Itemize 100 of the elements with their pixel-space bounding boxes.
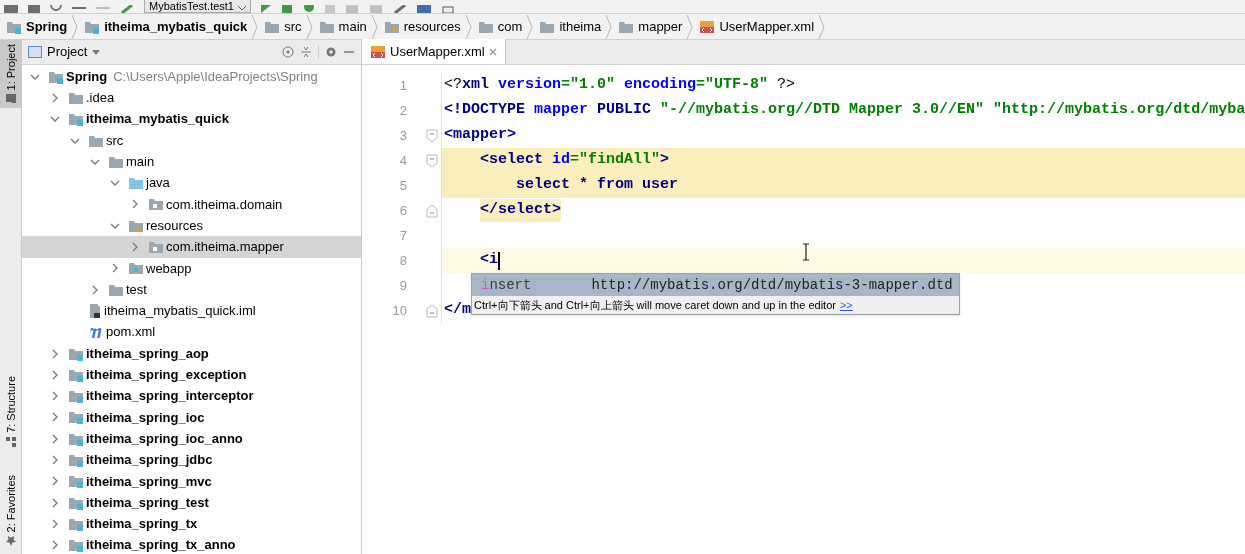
more-link[interactable]: >>: [839, 296, 853, 314]
chevron-icon: [605, 13, 613, 40]
line-number: 10: [391, 301, 407, 320]
module-folder-icon: [6, 19, 22, 34]
tree-item[interactable]: itheima_spring_tx_anno: [22, 534, 361, 554]
tree-item[interactable]: itheima_spring_jdbc: [22, 449, 361, 471]
module-folder-icon: [68, 431, 84, 446]
module-folder-icon: [48, 69, 64, 84]
line-number: 2: [398, 101, 407, 120]
code-line: select * from user: [515, 175, 679, 196]
tree-item[interactable]: test: [22, 278, 361, 301]
chevron-icon: [818, 13, 826, 40]
editor-tab[interactable]: UserMapper.xml: [362, 39, 506, 64]
module-file-icon: [88, 302, 102, 319]
star-icon: [5, 536, 16, 546]
collapse-all-icon: [300, 46, 312, 58]
module-folder-icon: [68, 346, 84, 361]
module-folder-icon: [68, 516, 84, 531]
tree-item[interactable]: itheima_mybatis_quick: [22, 108, 361, 130]
hint-text: Ctrl+向下箭头 and Ctrl+向上箭头 will move caret down and up in the editor: [474, 297, 836, 313]
close-icon: [488, 47, 497, 56]
code-line: <i: [442, 248, 500, 273]
xml-file-icon: [370, 44, 386, 59]
breadcrumb-item[interactable]: com: [471, 14, 527, 39]
breadcrumb-item[interactable]: src: [258, 14, 306, 39]
code-line: <?xml version="1.0" encoding="UTF-8" ?>: [443, 75, 796, 96]
tree-item[interactable]: main: [22, 151, 361, 173]
module-folder-icon: [68, 495, 84, 510]
maven-m-icon: [88, 325, 104, 340]
chevron-icon: [526, 13, 534, 40]
tree-item[interactable]: itheima_spring_mvc: [22, 470, 361, 492]
module-folder-icon: [68, 474, 84, 489]
chevron-icon: [305, 13, 313, 40]
tree-item[interactable]: pom.xml: [22, 321, 361, 343]
window-icon: [28, 46, 42, 58]
breadcrumb-item[interactable]: UserMapper.xml: [693, 14, 819, 39]
line-number: 1: [398, 76, 407, 95]
package-folder-icon: [148, 240, 164, 254]
chevron-icon: [464, 13, 472, 40]
source-folder-icon: [128, 176, 144, 191]
line-number: 6: [398, 201, 407, 220]
module-folder-icon: [84, 19, 101, 34]
module-folder-icon: [68, 112, 84, 127]
text-cursor-icon: [802, 243, 810, 261]
breadcrumb-item[interactable]: Spring: [0, 14, 72, 39]
completion-item[interactable]: insert http://mybatis.org/dtd/mybatis-3-mapper.dtd: [472, 274, 959, 296]
tool-window-tab[interactable]: 1: Project: [0, 40, 21, 109]
breadcrumb-item[interactable]: main: [312, 14, 371, 39]
tree-item[interactable]: src: [22, 129, 361, 152]
tree-item[interactable]: webapp: [22, 257, 361, 279]
breadcrumb-item[interactable]: itheima: [533, 14, 606, 39]
tool-window-tab[interactable]: 7: Structure: [0, 371, 21, 451]
chevron-icon: [686, 13, 694, 40]
module-folder-icon: [68, 410, 84, 425]
chevron-icon: [370, 13, 378, 40]
tree-item[interactable]: itheima_mybatis_quick.iml: [22, 300, 361, 322]
module-folder-icon: [68, 389, 84, 404]
line-number: 4: [398, 151, 407, 170]
line-number: 7: [398, 226, 407, 245]
tree-item[interactable]: itheima_spring_tx: [22, 513, 361, 535]
code-line: <select id="findAll">: [479, 150, 670, 171]
tree-item[interactable]: .idea: [22, 87, 361, 109]
tree-item[interactable]: java: [22, 172, 361, 194]
breadcrumb-item[interactable]: itheima_mybatis_quick: [78, 14, 252, 39]
tool-window-tab[interactable]: 2: Favorites: [0, 470, 21, 550]
code-line: <!DOCTYPE mapper PUBLIC "-//mybatis.org//DTD Mapper 3.0//EN" "http://mybatis.org/dtd/myba: [443, 100, 1245, 121]
line-number: 5: [398, 176, 407, 195]
line-number: 8: [398, 251, 407, 270]
locate-target-icon: [282, 46, 294, 58]
line-number: 3: [398, 126, 407, 145]
tree-item[interactable]: itheima_spring_interceptor: [22, 385, 361, 407]
resources-folder-icon: [383, 19, 400, 34]
web-folder-icon: [128, 261, 144, 276]
run-config-dropdown[interactable]: MybatisTest.test1: [144, 0, 251, 13]
xml-file-icon: [699, 19, 716, 34]
line-number: 9: [398, 276, 407, 295]
tree-item[interactable]: itheima_spring_aop: [22, 342, 361, 365]
code-line: <mapper>: [443, 125, 516, 146]
breadcrumb-item[interactable]: mapper: [612, 14, 687, 39]
caret-icon: [238, 6, 246, 12]
tree-item[interactable]: com.itheima.domain: [22, 193, 361, 216]
tree-item[interactable]: itheima_spring_ioc: [22, 406, 361, 429]
code-line: </m: [443, 300, 471, 321]
resources-folder-icon: [128, 218, 144, 233]
module-folder-icon: [68, 367, 84, 382]
tree-item[interactable]: itheima_spring_ioc_anno: [22, 428, 361, 450]
breadcrumb-item[interactable]: resources: [377, 14, 465, 39]
module-folder-icon: [68, 453, 84, 467]
tree-item[interactable]: Spring C:\Users\Apple\IdeaProjects\Spring: [22, 66, 361, 88]
tree-item[interactable]: resources: [22, 215, 361, 237]
package-folder-icon: [148, 197, 164, 212]
chevron-icon: [71, 13, 79, 40]
settings-gear-icon: [325, 46, 337, 58]
tree-item[interactable]: itheima_spring_exception: [22, 364, 361, 386]
project-view-dropdown[interactable]: Project: [28, 42, 101, 62]
chevron-icon: [251, 13, 259, 40]
tree-item[interactable]: itheima_spring_test: [22, 491, 361, 514]
module-folder-icon: [68, 538, 84, 553]
tree-item[interactable]: com.itheima.mapper: [22, 236, 361, 258]
caret-icon: [92, 49, 101, 55]
